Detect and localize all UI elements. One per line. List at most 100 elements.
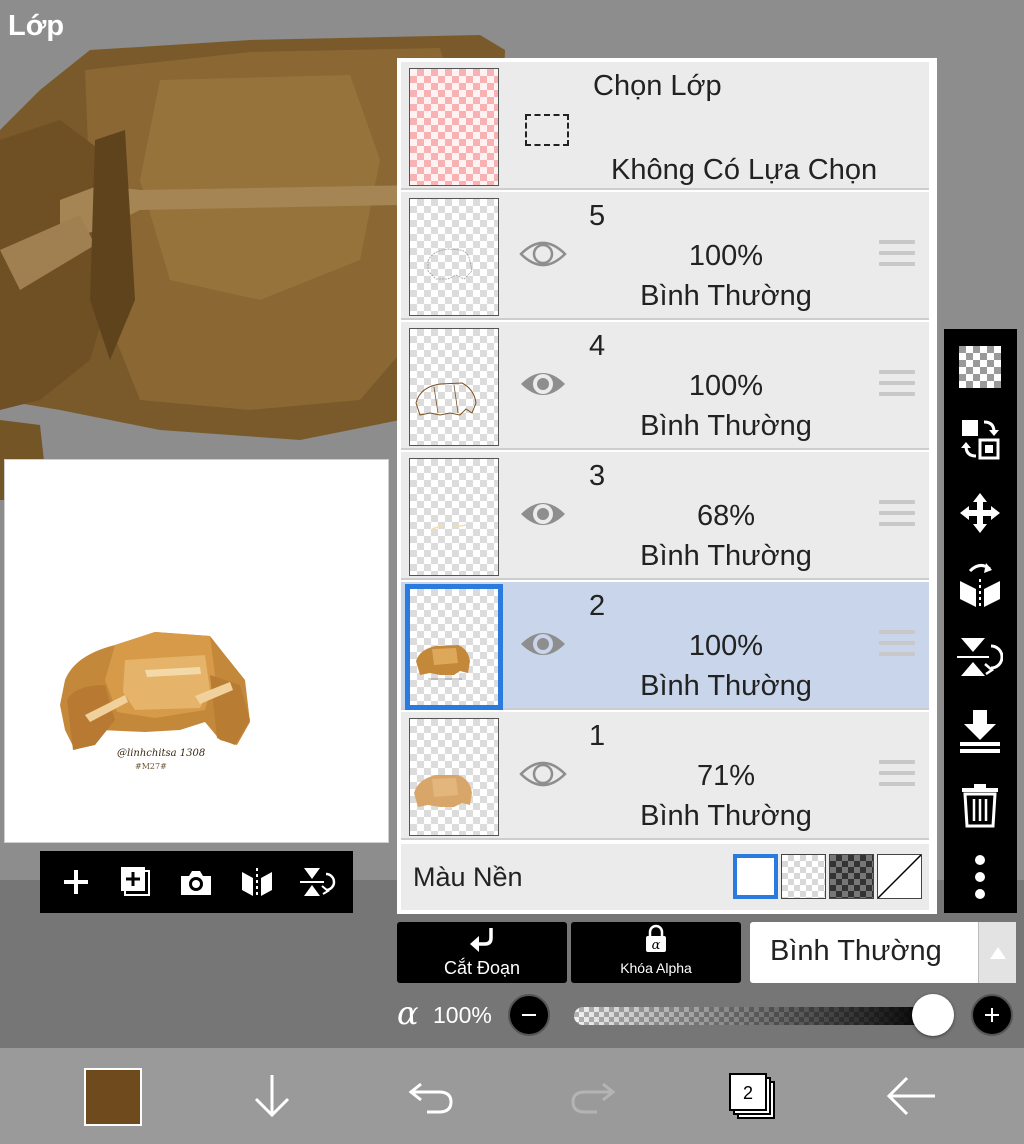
layer-4-lineart-image xyxy=(415,382,477,416)
layer-5-sketch-image xyxy=(427,248,473,280)
flip-horizontal-icon xyxy=(960,563,1000,607)
layer-swap-button[interactable] xyxy=(954,413,1006,465)
bg-swatch-none[interactable] xyxy=(877,854,922,899)
redo-icon xyxy=(571,1082,616,1114)
eye-icon xyxy=(521,503,565,525)
layer-panel: Chọn Lớp Không Có Lựa Chọn 5 100% Bình T… xyxy=(397,58,937,914)
drag-handle-icon[interactable] xyxy=(879,630,915,660)
flip-vertical-button[interactable] xyxy=(295,860,339,904)
visibility-toggle[interactable] xyxy=(519,624,567,664)
layer-number: 3 xyxy=(589,460,606,492)
flip-horizontal-button[interactable] xyxy=(235,860,279,904)
clipping-arrow-icon xyxy=(470,928,493,952)
camera-icon xyxy=(181,871,212,895)
clipping-button[interactable]: Cắt Đoạn xyxy=(397,922,567,983)
alpha-symbol: α xyxy=(397,994,419,1032)
layer-row[interactable]: 1 71% Bình Thường xyxy=(401,712,929,840)
visibility-toggle[interactable] xyxy=(519,494,567,534)
transparent-fill-button[interactable] xyxy=(954,341,1006,393)
checker-icon xyxy=(959,346,1001,388)
drag-handle-icon[interactable] xyxy=(879,760,915,790)
delete-layer-button[interactable] xyxy=(954,779,1006,831)
drag-handle-icon[interactable] xyxy=(879,500,915,530)
duplicate-layer-button[interactable] xyxy=(114,860,158,904)
croissant-preview-image: @linhchitsa 1308 #M27# xyxy=(60,632,250,771)
bg-swatch-white[interactable] xyxy=(733,854,778,899)
duplicate-layer-icon xyxy=(121,867,151,896)
layer-1-croissant-base-image xyxy=(414,775,472,807)
layer-opacity: 100% xyxy=(688,370,764,402)
alpha-decrease-button[interactable] xyxy=(508,994,550,1036)
alpha-lock-label: Khóa Alpha xyxy=(620,960,692,976)
more-icon xyxy=(975,855,985,899)
layer-opacity: 100% xyxy=(688,240,764,272)
merge-down-button[interactable] xyxy=(954,705,1006,757)
svg-text:α: α xyxy=(652,938,661,953)
move-button[interactable] xyxy=(954,487,1006,539)
layer-number: 4 xyxy=(589,330,606,362)
eye-icon xyxy=(519,241,567,267)
more-options-button[interactable] xyxy=(954,851,1006,903)
flip-vertical-button[interactable] xyxy=(954,631,1006,683)
alpha-slider[interactable] xyxy=(574,1007,934,1025)
layer-row[interactable]: 3 68% Bình Thường xyxy=(401,452,929,580)
visibility-toggle[interactable] xyxy=(519,754,567,794)
preview-signature: @linhchitsa 1308 xyxy=(117,748,205,759)
layer-row[interactable]: 4 100% Bình Thường xyxy=(401,322,929,450)
visibility-toggle[interactable] xyxy=(519,364,567,404)
flip-horizontal-button[interactable] xyxy=(954,559,1006,611)
layer-blend-mode: Bình Thường xyxy=(640,670,812,702)
back-button[interactable] xyxy=(882,1066,942,1126)
alpha-value: 100% xyxy=(433,1002,492,1028)
layer-blend-mode: Bình Thường xyxy=(640,800,812,832)
layer-opacity: 100% xyxy=(688,630,764,662)
layers-stack-icon: 2 xyxy=(729,1073,775,1119)
layer-preview[interactable]: @linhchitsa 1308 #M27# xyxy=(4,459,389,843)
trash-icon xyxy=(962,784,998,828)
plus-icon xyxy=(985,1008,999,1022)
clipping-label: Cắt Đoạn xyxy=(443,958,521,978)
layer-blend-mode: Bình Thường xyxy=(640,540,812,572)
layers-button[interactable]: 2 xyxy=(722,1066,782,1126)
layer-2-croissant-image xyxy=(416,645,470,680)
drag-handle-icon[interactable] xyxy=(879,370,915,400)
camera-button[interactable] xyxy=(174,860,218,904)
flip-vertical-icon xyxy=(957,638,1003,676)
blend-mode-value: Bình Thường xyxy=(770,935,942,967)
selection-layer-row[interactable]: Chọn Lớp Không Có Lựa Chọn xyxy=(401,62,929,190)
arrow-down-icon xyxy=(254,1075,290,1118)
arrow-left-icon xyxy=(886,1076,935,1116)
add-layer-button[interactable] xyxy=(54,860,98,904)
bg-swatch-checker-light[interactable] xyxy=(781,854,826,899)
layer-swap-icon xyxy=(961,420,1000,460)
layer-opacity: 68% xyxy=(696,500,756,532)
visibility-toggle[interactable] xyxy=(519,234,567,274)
layer-opacity: 71% xyxy=(696,760,756,792)
layer-thumbnail xyxy=(409,458,499,576)
eye-icon xyxy=(519,761,567,787)
blend-mode-select[interactable]: Bình Thường xyxy=(750,922,1016,983)
layer-row-selected[interactable]: 2 100% Bình Thường xyxy=(401,582,929,710)
bottom-bar: 2 xyxy=(0,1048,1024,1144)
redo-button[interactable] xyxy=(562,1066,622,1126)
none-slash-icon xyxy=(877,854,922,899)
background-color-row: Màu Nền xyxy=(401,844,929,910)
alpha-lock-button[interactable]: α Khóa Alpha xyxy=(571,922,741,983)
layer-row[interactable]: 5 100% Bình Thường xyxy=(401,192,929,320)
flip-horizontal-icon xyxy=(241,868,272,898)
alpha-slider-thumb[interactable] xyxy=(912,994,954,1036)
merge-down-icon xyxy=(960,710,1000,753)
bg-swatch-checker-dark[interactable] xyxy=(829,854,874,899)
preview-toolbar xyxy=(40,851,353,913)
layer-thumbnail xyxy=(409,718,499,836)
blend-dropdown-arrow[interactable] xyxy=(978,922,1016,983)
import-button[interactable] xyxy=(242,1066,302,1126)
layer-count: 2 xyxy=(743,1083,753,1103)
add-layer-icon xyxy=(64,870,89,894)
alpha-increase-button[interactable] xyxy=(971,994,1013,1036)
undo-button[interactable] xyxy=(402,1066,462,1126)
layer-thumbnail xyxy=(405,584,503,710)
current-color-swatch[interactable] xyxy=(84,1068,142,1126)
flip-vertical-icon xyxy=(299,868,336,896)
drag-handle-icon[interactable] xyxy=(879,240,915,270)
